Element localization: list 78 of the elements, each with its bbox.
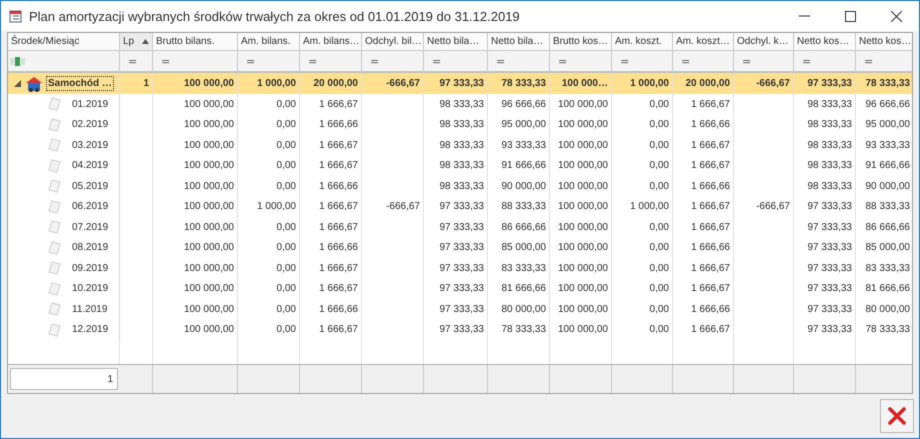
document-icon	[48, 138, 62, 152]
column-header[interactable]: Odchyl. k…	[734, 33, 794, 51]
column-header[interactable]: Środek/Miesiąc	[8, 33, 120, 51]
table-cell: 20 000,00	[300, 73, 362, 94]
column-header[interactable]: Am. bilans…	[300, 33, 362, 51]
month-label: 12.2019	[71, 323, 110, 336]
month-label: 01.2019	[71, 98, 110, 111]
close-icon	[887, 406, 907, 426]
sort-icon	[142, 39, 149, 44]
table-cell: 1 000,00	[612, 73, 673, 94]
table-cell: 1	[120, 73, 153, 94]
table-cell: 100 000…	[550, 73, 612, 94]
month-label: 05.2019	[71, 180, 110, 193]
minimize-icon	[798, 15, 810, 17]
close-icon	[890, 10, 902, 22]
column-header[interactable]: Netto kos…	[856, 33, 912, 51]
text-filter-icon	[10, 56, 26, 66]
column-header[interactable]: Netto bila…	[488, 33, 550, 51]
filter-cell[interactable]: =	[362, 51, 424, 73]
filter-cell[interactable]: =	[153, 51, 238, 73]
filter-cell[interactable]: =	[424, 51, 488, 73]
table-cell: 1 000,00	[238, 73, 300, 94]
column-header[interactable]: Brutto kos…	[550, 33, 612, 51]
document-icon	[48, 118, 62, 132]
month-label: 04.2019	[71, 159, 110, 172]
app-icon	[9, 9, 23, 23]
column-header[interactable]: Lp	[120, 33, 153, 51]
document-icon	[48, 97, 62, 112]
filter-cell[interactable]: =	[300, 51, 362, 73]
column-header[interactable]: Brutto bilans.	[153, 33, 238, 51]
table-cell: 20 000,00	[673, 73, 734, 94]
table-cell: -666,67	[362, 73, 424, 94]
filter-cell[interactable]: =	[550, 51, 612, 73]
month-label: 06.2019	[71, 200, 110, 214]
month-label: 07.2019	[71, 220, 110, 234]
filter-cell[interactable]: =	[612, 51, 673, 73]
column-header[interactable]: Am. koszt…	[673, 33, 734, 51]
filter-cell[interactable]: =	[673, 51, 734, 73]
table-cell: 100 000,00	[153, 73, 238, 94]
document-icon	[48, 282, 62, 296]
filter-cell[interactable]: =	[238, 51, 300, 73]
filter-cell[interactable]: =	[856, 51, 912, 73]
column-header[interactable]: Odchyl. bil…	[362, 33, 424, 51]
filter-cell[interactable]: =	[734, 51, 794, 73]
month-label: 08.2019	[71, 241, 110, 254]
filter-cell[interactable]	[8, 51, 120, 73]
document-icon	[48, 240, 62, 255]
group-row[interactable]: Samochód … 1 100 000,00 1 000,00 20 000,00 -666,67 97 333,33 78 333,33 100 000… 1 000,00 20 000,00 -666,67 97 333,33 78 333,33	[8, 73, 912, 94]
document-icon	[48, 179, 62, 194]
document-icon	[48, 158, 62, 173]
table-cell: 78 333,33	[856, 73, 912, 94]
filter-cell[interactable]: =	[488, 51, 550, 73]
month-label: 02.2019	[71, 118, 110, 132]
expander-icon[interactable]	[14, 80, 21, 87]
month-label: 03.2019	[71, 138, 110, 152]
close-button[interactable]	[880, 399, 914, 433]
asset-name: Samochód …	[47, 77, 113, 90]
table-cell: 78 333,33	[488, 73, 550, 94]
document-icon	[48, 261, 62, 276]
window-title: Plan amortyzacji wybranych środków trwałych za okres od 01.01.2019 do 31.12.2019	[29, 8, 521, 24]
document-icon	[48, 322, 62, 337]
column-header[interactable]: Am. bilans.	[238, 33, 300, 51]
table-cell: -666,67	[734, 73, 794, 94]
count-field: 1	[10, 368, 118, 390]
month-label: 11.2019	[71, 302, 108, 316]
column-header[interactable]: Am. koszt.	[612, 33, 673, 51]
filter-cell[interactable]: =	[794, 51, 856, 73]
column-header[interactable]: Netto bila…	[424, 33, 488, 51]
month-label: 10.2019	[71, 282, 110, 296]
document-icon	[48, 220, 62, 234]
maximize-icon	[844, 10, 856, 22]
table-cell: 97 333,33	[424, 73, 488, 94]
column-header[interactable]: Netto kos…	[794, 33, 856, 51]
month-label: 09.2019	[71, 262, 110, 275]
document-icon	[48, 200, 62, 214]
filter-cell[interactable]: =	[120, 51, 153, 73]
table-cell: 97 333,33	[794, 73, 856, 94]
document-icon	[48, 302, 62, 316]
